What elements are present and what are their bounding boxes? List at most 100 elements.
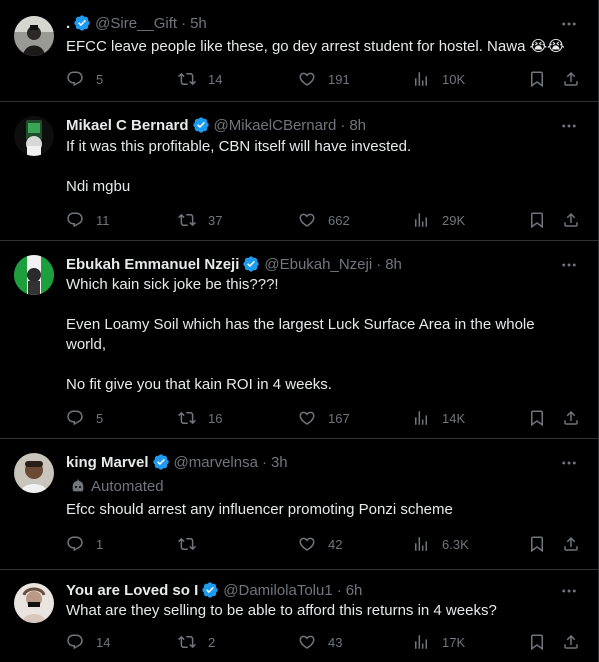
reply-button[interactable]: 5 (66, 69, 103, 89)
reply-icon (66, 633, 84, 651)
tweet-text: Which kain sick joke be this???! Even Lo… (66, 275, 558, 395)
bookmark-icon (528, 211, 546, 229)
view-count: 14K (442, 410, 466, 426)
author-handle[interactable]: @Ebukah_Nzeji (264, 256, 372, 273)
more-icon[interactable] (560, 15, 578, 33)
avatar[interactable] (14, 453, 54, 493)
view-count: 17K (442, 634, 466, 650)
view-count: 6.3K (442, 536, 469, 552)
bookmark-button[interactable] (528, 69, 546, 89)
author-name[interactable]: Ebukah Emmanuel Nzeji (66, 256, 239, 273)
separator-dot: · (181, 14, 187, 32)
like-button[interactable]: 167 (298, 408, 350, 428)
heart-icon (298, 535, 316, 553)
share-icon (562, 633, 580, 651)
tweet-text: If it was this profitable, CBN itself wi… (66, 137, 582, 197)
share-icon (562, 211, 580, 229)
verified-badge-icon (242, 255, 260, 273)
timestamp[interactable]: 8h (385, 256, 402, 273)
avatar[interactable] (14, 116, 54, 156)
share-button[interactable] (562, 534, 580, 554)
more-icon[interactable] (560, 582, 578, 600)
timestamp[interactable]: 3h (271, 454, 288, 471)
reply-button[interactable]: 5 (66, 408, 103, 428)
like-button[interactable]: 662 (298, 210, 350, 230)
reply-icon (66, 409, 84, 427)
avatar[interactable] (14, 583, 54, 623)
avatar[interactable] (14, 255, 54, 295)
bookmark-button[interactable] (528, 534, 546, 554)
like-button[interactable]: 43 (298, 632, 342, 652)
like-count: 167 (328, 410, 350, 426)
tweet-paragraph: Which kain sick joke be this???! (66, 276, 279, 293)
views-icon (412, 211, 430, 229)
automated-text: Automated (91, 477, 164, 495)
share-button[interactable] (562, 69, 580, 89)
like-button[interactable]: 191 (298, 69, 350, 89)
reply-button[interactable]: 14 (66, 632, 110, 652)
bookmark-button[interactable] (528, 210, 546, 230)
tweet[interactable]: king Marvel @marvelnsa · 3h Automated Ef… (0, 439, 598, 570)
retweet-count: 16 (208, 410, 223, 426)
bookmark-button[interactable] (528, 408, 546, 428)
share-button[interactable] (562, 210, 580, 230)
verified-badge-icon (73, 14, 91, 32)
retweet-button[interactable]: 2 (178, 632, 215, 652)
like-button[interactable]: 42 (298, 534, 342, 554)
reply-count: 5 (96, 410, 104, 426)
retweet-count: 37 (208, 212, 223, 228)
tweet-text: EFCC leave people like these, go dey arr… (66, 37, 582, 57)
action-bar: 14 2 43 17K (66, 632, 586, 652)
timestamp[interactable]: 5h (190, 15, 207, 32)
reply-count: 1 (96, 536, 104, 552)
more-icon[interactable] (560, 117, 578, 135)
verified-badge-icon (152, 453, 170, 471)
tweet[interactable]: Ebukah Emmanuel Nzeji @Ebukah_Nzeji · 8h… (0, 241, 598, 439)
avatar[interactable] (14, 16, 54, 56)
tweet[interactable]: Mikael C Bernard @MikaelCBernard · 8h If… (0, 102, 598, 241)
views-button[interactable]: 14K (412, 408, 465, 428)
automated-label: Automated (70, 476, 164, 496)
separator-dot: · (340, 116, 346, 134)
author-handle[interactable]: @DamilolaTolu1 (223, 582, 332, 599)
separator-dot: · (261, 453, 267, 471)
views-icon (412, 633, 430, 651)
share-button[interactable] (562, 632, 580, 652)
bookmark-icon (528, 633, 546, 651)
robot-icon (70, 478, 86, 494)
bookmark-button[interactable] (528, 632, 546, 652)
tweet[interactable]: You are Loved so I @DamilolaTolu1 · 6h W… (0, 570, 598, 662)
reply-button[interactable]: 11 (66, 210, 110, 230)
retweet-button[interactable]: 14 (178, 69, 222, 89)
timestamp[interactable]: 8h (349, 117, 366, 134)
bookmark-icon (528, 409, 546, 427)
views-button[interactable]: 10K (412, 69, 465, 89)
views-button[interactable]: 17K (412, 632, 465, 652)
more-icon[interactable] (560, 454, 578, 472)
reply-icon (66, 211, 84, 229)
separator-dot: · (336, 581, 342, 599)
author-handle[interactable]: @MikaelCBernard (214, 117, 337, 134)
author-handle[interactable]: @marvelnsa (174, 454, 258, 471)
author-name[interactable]: Mikael C Bernard (66, 117, 189, 134)
views-button[interactable]: 6.3K (412, 534, 469, 554)
more-icon[interactable] (560, 256, 578, 274)
author-name[interactable]: king Marvel (66, 454, 149, 471)
like-count: 191 (328, 71, 350, 87)
author-name[interactable]: You are Loved so I (66, 582, 198, 599)
timestamp[interactable]: 6h (346, 582, 363, 599)
author-handle[interactable]: @Sire__Gift (95, 15, 177, 32)
verified-badge-icon (201, 581, 219, 599)
reply-button[interactable]: 1 (66, 534, 103, 554)
like-count: 42 (328, 536, 343, 552)
tweet-paragraph: No fit give you that kain ROI in 4 weeks… (66, 376, 332, 393)
tweet[interactable]: . @Sire__Gift · 5h EFCC leave people lik… (0, 0, 598, 102)
retweet-button[interactable] (178, 534, 208, 554)
retweet-button[interactable]: 16 (178, 408, 222, 428)
heart-icon (298, 211, 316, 229)
author-name[interactable]: . (66, 15, 70, 32)
tweet-text: What are they selling to be able to affo… (66, 601, 582, 621)
share-button[interactable] (562, 408, 580, 428)
views-button[interactable]: 29K (412, 210, 465, 230)
retweet-button[interactable]: 37 (178, 210, 222, 230)
